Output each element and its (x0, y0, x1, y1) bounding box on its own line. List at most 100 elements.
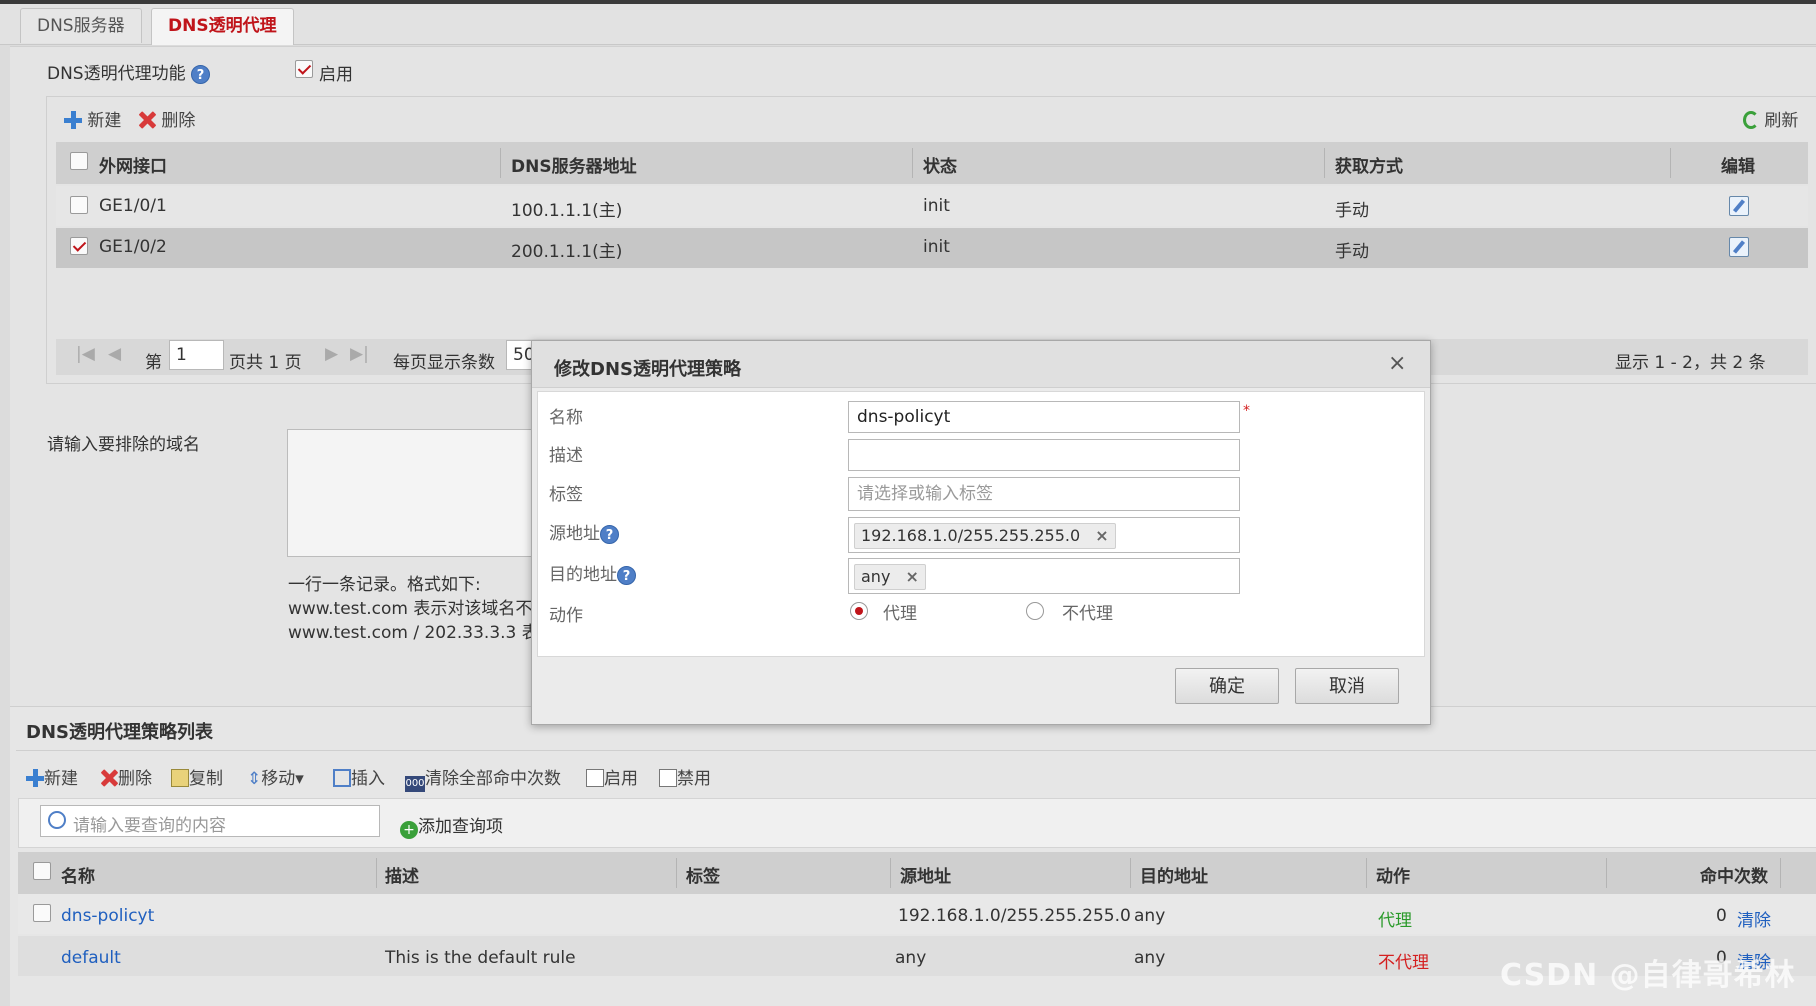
page-input[interactable]: 1 (169, 340, 224, 370)
policy-name-link[interactable]: dns-policyt (61, 906, 154, 926)
cell-method: 手动 (1335, 242, 1369, 262)
col-sep (890, 858, 891, 888)
col-sep (500, 148, 501, 178)
col-header-dns[interactable]: DNS服务器地址 (511, 152, 637, 177)
refresh-button[interactable]: 刷新 (1743, 106, 1798, 131)
col-sep (1366, 858, 1367, 888)
ok-button[interactable]: 确定 (1175, 668, 1279, 704)
next-page-icon[interactable]: ▶ (325, 344, 338, 364)
refresh-label: 刷新 (1764, 111, 1799, 131)
policy-delete-button[interactable]: 删除 (100, 764, 152, 789)
close-icon[interactable]: × (1388, 351, 1406, 376)
policy-clear-hits-button[interactable]: 000清除全部命中次数 (405, 764, 561, 792)
label: 添加查询项 (418, 817, 503, 837)
first-page-icon[interactable]: |◀ (76, 344, 95, 364)
insert-icon (333, 769, 351, 787)
cell-src: 192.168.1.0/255.255.255.0 (898, 906, 1131, 926)
col-header-desc[interactable]: 描述 (385, 862, 419, 887)
watermark: CSDN @自律哥希林 (1500, 958, 1796, 993)
disable-icon (659, 769, 677, 787)
cell-method: 手动 (1335, 201, 1369, 221)
remove-icon[interactable]: × (1095, 526, 1108, 545)
prev-page-icon[interactable]: ◀ (108, 344, 121, 364)
policy-enable-button[interactable]: 启用 (586, 764, 638, 789)
policy-disable-button[interactable]: 禁用 (659, 764, 711, 789)
page-suffix: 页共 1 页 (229, 353, 302, 373)
cancel-button[interactable]: 取消 (1295, 668, 1399, 704)
cell-iface: GE1/0/2 (99, 237, 167, 257)
policy-copy-button[interactable]: 复制 (171, 764, 223, 789)
name-label: 名称 (549, 408, 583, 428)
tag-field[interactable]: 请选择或输入标签 (848, 477, 1240, 511)
divider (16, 750, 1816, 751)
col-sep (1670, 148, 1671, 178)
last-page-icon[interactable]: ▶| (350, 344, 369, 364)
edit-icon[interactable] (1729, 196, 1749, 216)
col-header-dst[interactable]: 目的地址 (1140, 862, 1208, 887)
cell-status: init (923, 237, 950, 257)
delete-button[interactable]: 删除 (138, 106, 195, 131)
policy-name-link[interactable]: default (61, 948, 121, 968)
exclude-textarea[interactable] (287, 429, 539, 557)
policy-move-button[interactable]: ⇕移动▾ (247, 764, 304, 789)
action-noproxy-label: 不代理 (1062, 604, 1113, 624)
help-icon[interactable]: ? (600, 524, 619, 544)
col-header-status[interactable]: 状态 (923, 152, 957, 177)
row-checkbox[interactable] (70, 196, 88, 214)
col-header-action[interactable]: 动作 (1376, 862, 1410, 887)
tab-dns-transparent-proxy[interactable]: DNS透明代理 (151, 8, 294, 45)
delete-label: 删除 (161, 111, 196, 131)
tab-dns-server[interactable]: DNS服务器 (20, 8, 142, 43)
col-header-hits[interactable]: 命中次数 (1700, 862, 1768, 887)
refresh-icon (1743, 111, 1759, 129)
action-label: 动作 (549, 606, 583, 626)
src-chip: 192.168.1.0/255.255.255.0 × (854, 523, 1116, 549)
col-sep (376, 858, 377, 888)
dst-label-wrap: 目的地址? (549, 560, 636, 585)
cell-iface: GE1/0/1 (99, 196, 167, 216)
src-label: 源地址 (549, 524, 600, 544)
select-all-checkbox[interactable] (70, 152, 88, 170)
col-header-tag[interactable]: 标签 (686, 862, 720, 887)
row-checkbox[interactable] (70, 237, 88, 255)
add-query-button[interactable]: + 添加查询项 (400, 812, 503, 839)
policy-new-button[interactable]: 新建 (26, 764, 78, 789)
row-checkbox[interactable] (33, 904, 51, 922)
desc-field[interactable] (848, 439, 1240, 471)
label: 插入 (351, 769, 385, 789)
col-header-iface[interactable]: 外网接口 (99, 152, 167, 177)
name-field[interactable]: dns-policyt (848, 401, 1240, 433)
clear-hits-link[interactable]: 清除 (1737, 906, 1771, 931)
action-proxy-radio[interactable] (850, 602, 868, 620)
col-header-src[interactable]: 源地址 (900, 862, 951, 887)
remove-icon[interactable]: × (906, 567, 919, 586)
dialog-title: 修改DNS透明代理策略 (554, 359, 741, 380)
feature-label: DNS透明代理功能 (47, 64, 186, 84)
col-sep (1780, 858, 1781, 888)
action-noproxy-radio[interactable] (1026, 602, 1044, 620)
help-icon[interactable]: ? (191, 64, 211, 84)
enable-label: 启用 (319, 65, 353, 85)
desc-label: 描述 (549, 446, 583, 466)
help-icon[interactable]: ? (617, 565, 636, 585)
tag-label: 标签 (549, 485, 583, 505)
move-icon: ⇕ (247, 769, 262, 789)
label: 删除 (118, 769, 152, 789)
col-header-name[interactable]: 名称 (61, 862, 95, 887)
edit-icon[interactable] (1729, 237, 1749, 257)
search-placeholder: 请输入要查询的内容 (73, 816, 226, 836)
cell-dns: 200.1.1.1(主) (511, 242, 623, 262)
policy-insert-button[interactable]: 插入 (333, 764, 385, 789)
cell-desc: This is the default rule (385, 948, 576, 968)
policy-select-all-checkbox[interactable] (33, 862, 51, 880)
action-proxy-label: 代理 (883, 604, 917, 624)
cell-action: 不代理 (1378, 953, 1429, 973)
edit-policy-dialog: 修改DNS透明代理策略 × 名称 dns-policyt * 描述 标签 请选择… (531, 340, 1431, 725)
per-page-label: 每页显示条数 (393, 353, 495, 373)
add-circle-icon: + (400, 821, 418, 839)
dst-label: 目的地址 (549, 565, 617, 585)
plus-icon (64, 111, 82, 129)
enable-checkbox[interactable] (295, 60, 313, 78)
new-button[interactable]: 新建 (64, 106, 121, 131)
col-header-method[interactable]: 获取方式 (1335, 152, 1403, 177)
